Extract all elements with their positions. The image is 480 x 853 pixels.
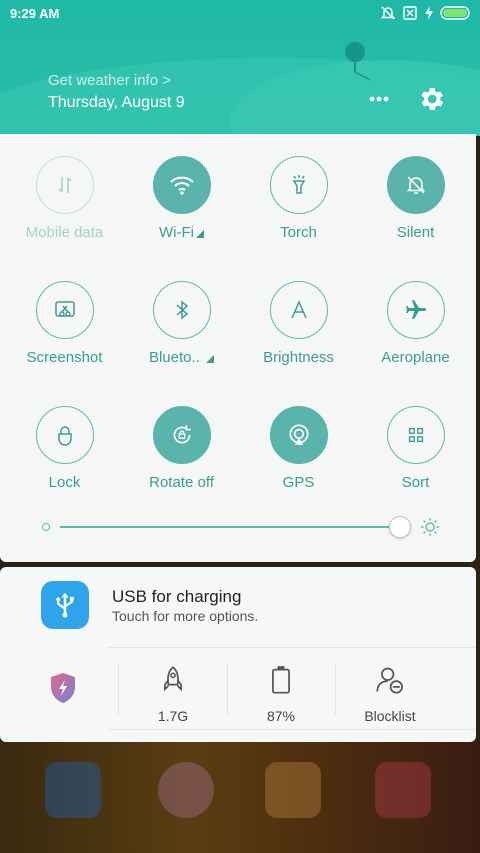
- battery-value: 87%: [266, 708, 296, 724]
- brightness-low-icon: [42, 523, 50, 531]
- lock-icon: [57, 426, 72, 446]
- toggle-aeroplane[interactable]: Aeroplane: [357, 281, 474, 366]
- camera-app-icon: [375, 762, 431, 818]
- gps-icon: [289, 424, 308, 445]
- toggle-label: Silent: [396, 224, 435, 241]
- battery-outline-icon: [272, 666, 290, 694]
- settings-button[interactable]: [416, 84, 446, 114]
- messages-app-icon: [265, 762, 321, 818]
- toggle-mobile-data[interactable]: Mobile data: [6, 156, 123, 241]
- toggle-label-text: Wi-Fi: [159, 224, 194, 241]
- rocket-icon: [164, 666, 182, 692]
- toggle-circle: [35, 406, 94, 464]
- toggle-label: Mobile data: [25, 224, 104, 241]
- slider-thumb[interactable]: [389, 516, 411, 538]
- wifi-icon: [169, 176, 194, 195]
- toggle-label: Aeroplane: [381, 349, 450, 366]
- blocklist-label: Blocklist: [364, 708, 416, 724]
- divider: [108, 729, 476, 730]
- toggle-brightness[interactable]: Brightness: [240, 281, 357, 366]
- phone-app-icon: [45, 762, 101, 818]
- aeroplane-icon: [405, 300, 426, 319]
- toggle-label: Torch: [280, 224, 317, 241]
- brightness-high-icon: [421, 518, 439, 536]
- notification-header: 9:29 AM Get weather info > Thursday, Aug…: [0, 0, 480, 136]
- gear-icon: [421, 88, 444, 110]
- battery-stat[interactable]: 87%: [227, 665, 335, 724]
- silent-bell-icon: [406, 176, 425, 194]
- toggle-sort[interactable]: Sort: [357, 406, 474, 491]
- expand-triangle-icon: [206, 355, 215, 363]
- mobile-data-icon: [57, 177, 72, 193]
- usb-icon: [56, 593, 74, 618]
- usb-notification-card[interactable]: USB for charging Touch for more options.…: [0, 567, 476, 742]
- blocklist-button[interactable]: Blocklist: [336, 665, 444, 724]
- toggle-label: Rotate off: [149, 474, 214, 491]
- slider-track[interactable]: [60, 526, 400, 528]
- status-icons: [380, 5, 472, 21]
- mute-notification-icon: [380, 6, 396, 20]
- notification-title: USB for charging: [112, 587, 242, 606]
- charging-bolt-icon: [425, 6, 433, 20]
- toggle-circle: [386, 156, 445, 214]
- sort-grid-icon: [408, 427, 423, 443]
- toggle-circle: [35, 156, 94, 214]
- divider: [108, 647, 476, 648]
- weather-link[interactable]: Get weather info >: [48, 72, 171, 89]
- brightness-auto-icon: [290, 300, 307, 319]
- toggle-screenshot[interactable]: Screenshot: [6, 281, 123, 366]
- quick-toggles-panel: Mobile data Wi-Fi Torch Silent Screensho…: [0, 134, 476, 562]
- memory-cleaner[interactable]: 1.7G: [119, 665, 227, 724]
- toggle-silent[interactable]: Silent: [357, 156, 474, 241]
- toggle-circle: [152, 406, 211, 464]
- toggle-circle: [386, 406, 445, 464]
- toggle-label: Blueto..: [123, 349, 240, 366]
- browser-app-icon: [158, 762, 214, 818]
- status-bar: 9:29 AM: [0, 0, 480, 28]
- brightness-slider[interactable]: [40, 516, 440, 540]
- toggle-label: GPS: [282, 474, 315, 491]
- sim-x-icon: [403, 6, 417, 20]
- toggle-circle: [152, 156, 211, 214]
- toggle-label: Lock: [48, 474, 81, 491]
- toggle-label-text: Blueto..: [148, 349, 200, 366]
- status-time: 9:29 AM: [10, 6, 60, 21]
- torch-icon: [292, 175, 305, 194]
- homescreen-background: [0, 742, 480, 853]
- bluetooth-icon: [175, 300, 188, 320]
- toggle-circle: [269, 281, 328, 339]
- security-shield-icon[interactable]: [48, 671, 78, 705]
- toggle-circle: [269, 406, 328, 464]
- toggle-lock[interactable]: Lock: [6, 406, 123, 491]
- blocklist-user-icon: [376, 667, 403, 694]
- date-label: Thursday, August 9: [48, 94, 185, 111]
- more-dots-icon: [369, 96, 389, 102]
- toggle-label: Brightness: [263, 349, 334, 366]
- toggle-label: Sort: [401, 474, 430, 491]
- toggle-wifi[interactable]: Wi-Fi: [123, 156, 240, 241]
- notification-subtitle: Touch for more options.: [112, 608, 259, 624]
- toggle-circle: [269, 156, 328, 214]
- tree-decoration: [345, 42, 371, 81]
- toggle-circle: [152, 281, 211, 339]
- more-button[interactable]: [366, 89, 394, 109]
- expand-triangle-icon: [195, 230, 204, 238]
- toggle-gps[interactable]: GPS: [240, 406, 357, 491]
- memory-value: 1.7G: [157, 708, 189, 724]
- toggle-label: Screenshot: [26, 349, 103, 366]
- toggle-circle: [386, 281, 445, 339]
- screenshot-icon: [54, 301, 75, 317]
- rotate-lock-icon: [173, 425, 191, 444]
- toggle-bluetooth[interactable]: Blueto..: [123, 281, 240, 366]
- toggle-label: Wi-Fi: [123, 224, 240, 241]
- usb-app-icon: [41, 581, 89, 629]
- toggle-torch[interactable]: Torch: [240, 156, 357, 241]
- toggle-rotate[interactable]: Rotate off: [123, 406, 240, 491]
- toggle-circle: [35, 281, 94, 339]
- battery-icon: [440, 6, 470, 20]
